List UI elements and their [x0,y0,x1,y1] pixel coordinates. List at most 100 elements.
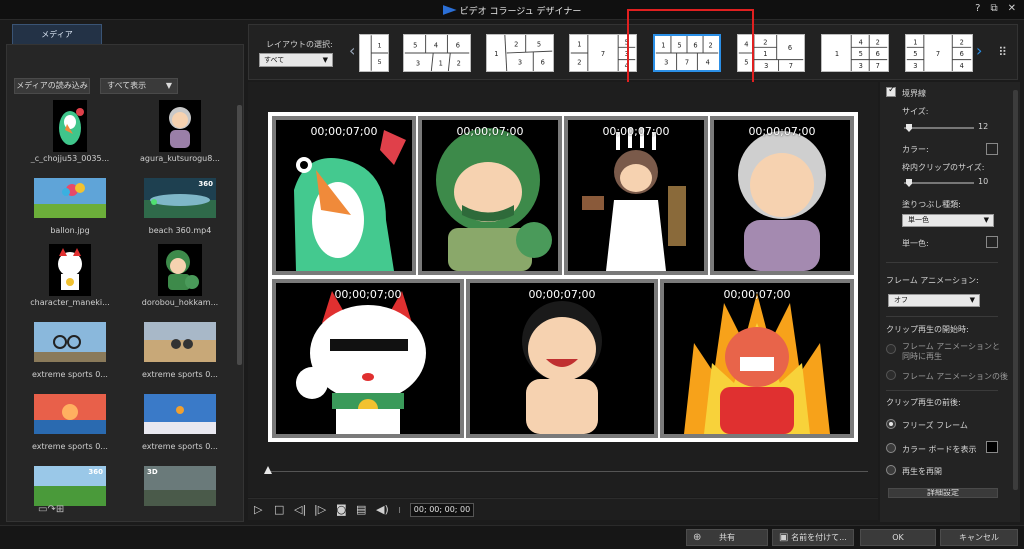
skydive-photo-icon [144,394,216,434]
close-button[interactable]: ✕ [1008,3,1016,14]
chevron-down-icon: ▼ [322,56,328,64]
priest-icon [568,120,704,271]
next-frame-icon[interactable]: |▷ [314,503,326,516]
layout-thumb[interactable]: 1 4 5 6 2 3 7 [821,34,889,72]
radio-start-after-animation[interactable] [886,370,896,380]
radio-resume-playback[interactable] [886,465,896,475]
balloon-photo-icon [34,178,106,218]
properties-scrollbar[interactable] [1013,90,1018,490]
collage-cell[interactable]: 00;00;07;00 [272,116,416,275]
media-item[interactable]: 360 beach 360.mp4 [125,172,235,242]
advanced-settings-button[interactable]: 詳細設定 [888,488,998,498]
layout-cell-number: 5 [537,40,541,48]
import-media-button[interactable]: メディアの読み込み [14,78,90,94]
layout-cell-number: 1 [577,40,581,48]
beach-photo-icon: 360 [144,178,216,218]
timecode-display[interactable]: 00; 00; 00; 00 [410,503,474,517]
resume-playback-label: 再生を再開 [902,467,942,476]
subtitle-icon[interactable]: ▤ [356,503,366,516]
slider-handle[interactable] [906,124,912,132]
freeze-frame-label: フリーズ フレーム [902,421,968,430]
snapshot-icon[interactable]: ◙ [336,503,347,516]
collage-cell[interactable]: 00;00;07;00 [272,279,464,438]
restore-button[interactable]: ⧉ [990,3,997,14]
collage-preview: 00;00;07;00 00;00;07;00 00;00;07;00 00;0… [268,112,858,442]
border-color-swatch[interactable] [986,143,998,155]
maneki-icon [276,283,460,434]
layout-cell-number: 5 [913,50,917,58]
media-item[interactable]: dorobou_hokkam... [125,244,235,314]
collage-cell[interactable]: 00;00;07;00 [660,279,854,438]
media-item[interactable]: 360 [15,460,125,530]
media-panel: メディア メディアの読み込み すべて表示 ▼ _c_chojju53_0035..… [6,22,244,522]
layout-thumb[interactable]: 1 2 5 3 6 [486,34,554,72]
media-item[interactable]: agura_kutsurogu8... [125,100,235,170]
radio-start-with-animation[interactable] [886,344,896,354]
layout-cell-number: 1 [763,50,767,58]
help-button[interactable]: ? [975,3,980,14]
collage-cell[interactable]: 00;00;07;00 [418,116,562,275]
grid-view-icon[interactable]: ⠿ [998,45,1007,59]
clip-timecode: 00;00;07;00 [456,125,524,138]
inner-clip-size-label: 枠内クリップのサイズ: [902,163,985,172]
media-scrollbar[interactable] [237,105,242,365]
frog-icon [53,100,87,152]
layout-cell-number: 1 [913,38,917,46]
media-item[interactable]: extreme sports 0... [125,388,235,458]
stop-icon[interactable]: □ [274,503,284,516]
tab-media[interactable]: メディア [12,24,102,44]
cancel-button[interactable]: キャンセル [940,529,1018,546]
ok-button[interactable]: OK [860,529,936,546]
save-as-button[interactable]: ▣ 名前を付けて... [772,529,854,546]
layout-category-select[interactable]: すべて ▼ [259,53,333,67]
media-item[interactable]: character_maneki... [15,244,125,314]
layout-cell-number: 3 [518,58,522,66]
radio-color-board[interactable] [886,443,896,453]
inner-clip-size-slider[interactable] [904,179,974,187]
radio-freeze-frame[interactable] [886,419,896,429]
color-board-swatch[interactable] [986,441,998,453]
layout-cell-number: 3 [859,62,863,70]
window-title: ビデオ コラージュ デザイナー [0,4,1024,17]
collage-cell[interactable]: 00;00;07;00 [466,279,658,438]
media-item[interactable]: extreme sports 0... [15,388,125,458]
layout-cell-number: 4 [434,41,438,49]
media-item[interactable]: extreme sports 0... [125,316,235,386]
previous-frame-icon[interactable]: ◁| [294,503,306,516]
play-icon[interactable]: ▷ [254,503,262,516]
layout-toggle-icon[interactable]: ▭↷⊞ [38,504,64,515]
collage-cell[interactable]: 00;00;07;00 [710,116,854,275]
media-filter-select[interactable]: すべて表示 ▼ [100,78,178,94]
thief-icon [422,120,558,271]
layout-cell-number: 7 [876,62,880,70]
media-item[interactable]: _c_chojju53_0035... [15,100,125,170]
collage-cell[interactable]: 00;00;07;00 [564,116,708,275]
properties-panel: 境界線 サイズ: 12 カラー: 枠内クリップのサイズ: 10 塗りつぶし種類:… [880,82,1020,522]
size-value: 12 [978,122,989,131]
field-photo-icon: 360 [34,466,106,506]
chevron-right-icon[interactable]: › [976,41,982,60]
frame-animation-select[interactable]: オフ ▼ [888,294,980,307]
layout-thumb[interactable]: 5 4 6 3 1 2 [403,34,471,72]
layout-cell-number: 6 [876,50,880,58]
media-item[interactable]: 3D [125,460,235,530]
fill-color-swatch[interactable] [986,236,998,248]
share-button[interactable]: ⊕ 共有 [686,529,768,546]
border-checkbox[interactable] [886,85,896,97]
size-slider[interactable] [904,124,974,132]
layout-cell-number: 5 [859,50,863,58]
layout-thumb[interactable]: 1 5 [359,34,389,72]
volume-icon[interactable]: ◀) [376,503,389,516]
layout-thumb[interactable]: 1 2 6 7 5 3 4 [905,34,973,72]
fill-type-select[interactable]: 単一色 ▼ [902,214,994,227]
size-label: サイズ: [902,107,929,116]
media-item[interactable]: extreme sports 0... [15,316,125,386]
layout-cell-number: 1 [494,50,498,58]
timeline-track[interactable] [268,471,868,472]
layout-cell-number: 7 [789,62,793,70]
color-board-label: カラー ボードを表示 [902,445,977,454]
chevron-left-icon[interactable]: ‹ [349,41,355,60]
media-item[interactable]: ballon.jpg [15,172,125,242]
slider-handle[interactable] [906,179,912,187]
playhead[interactable] [264,466,272,474]
